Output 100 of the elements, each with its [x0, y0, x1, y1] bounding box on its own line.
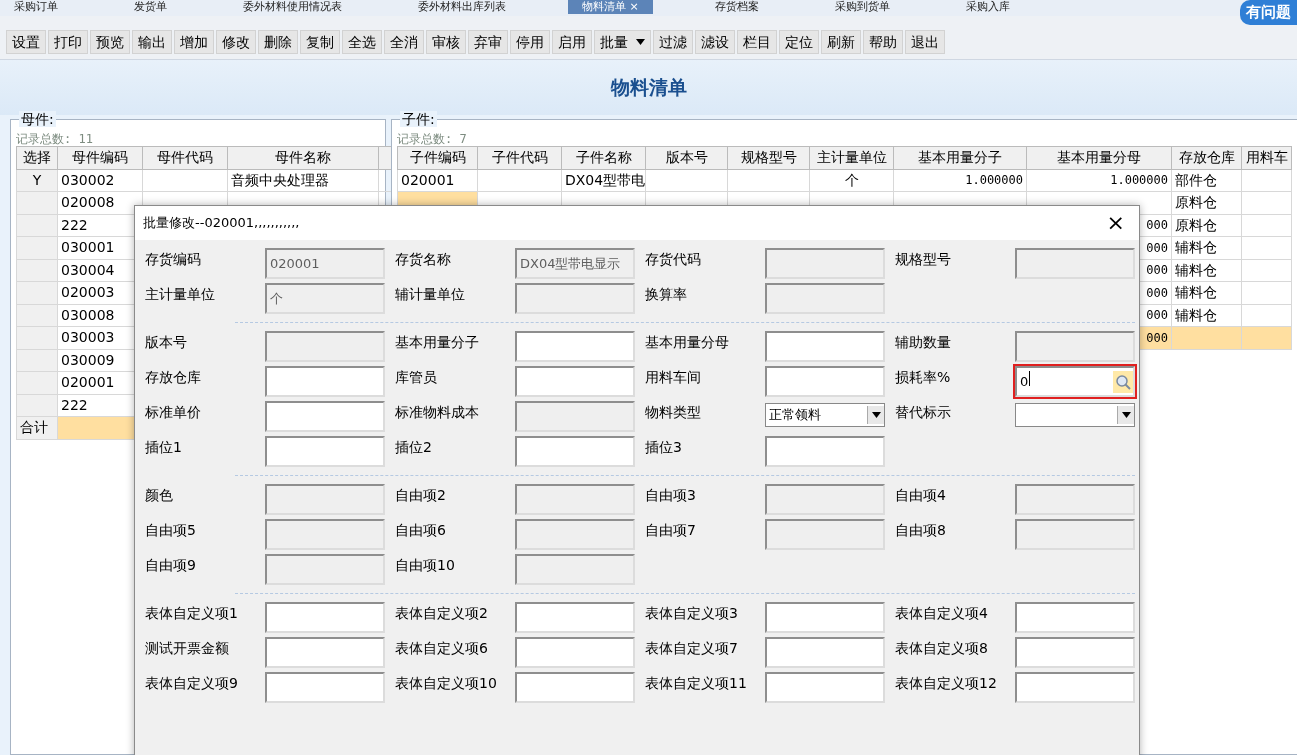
- input-field[interactable]: [1015, 519, 1135, 550]
- close-button[interactable]: ×: [1100, 212, 1131, 234]
- input-field[interactable]: [765, 366, 885, 397]
- column-header[interactable]: 规格型号: [727, 146, 810, 169]
- input-field[interactable]: [1015, 248, 1135, 279]
- input-field[interactable]: [765, 248, 885, 279]
- column-header[interactable]: 子件编码: [397, 146, 478, 169]
- toolbar-button[interactable]: 启用: [552, 30, 592, 54]
- input-field[interactable]: [265, 331, 385, 362]
- column-header[interactable]: 基本用量分母: [1026, 146, 1172, 169]
- column-header[interactable]: 母件代码: [142, 146, 228, 169]
- column-header[interactable]: 版本号: [645, 146, 728, 169]
- input-field[interactable]: [265, 366, 385, 397]
- input-field[interactable]: [765, 484, 885, 515]
- input-field[interactable]: [515, 519, 635, 550]
- input-field[interactable]: [765, 602, 885, 633]
- input-field[interactable]: [265, 519, 385, 550]
- column-header[interactable]: 母件编码: [57, 146, 143, 169]
- tab[interactable]: 存货档案: [700, 0, 773, 14]
- tab[interactable]: 采购入库: [951, 0, 1024, 14]
- field-label: 自由项6: [395, 521, 447, 540]
- input-field[interactable]: [265, 436, 385, 467]
- input-field[interactable]: [265, 637, 385, 668]
- toolbar-button[interactable]: 增加: [174, 30, 214, 54]
- dropdown-field[interactable]: [1015, 403, 1135, 427]
- toolbar-button[interactable]: 输出: [132, 30, 172, 54]
- dropdown-field[interactable]: 正常领料: [765, 403, 885, 427]
- input-field[interactable]: 个: [265, 283, 385, 314]
- toolbar-button[interactable]: 复制: [300, 30, 340, 54]
- input-field[interactable]: [1015, 331, 1135, 362]
- input-field[interactable]: [515, 331, 635, 362]
- input-field[interactable]: [765, 519, 885, 550]
- field-label: 自由项5: [145, 521, 197, 540]
- input-field[interactable]: DX04型带电显示: [515, 248, 635, 279]
- column-header[interactable]: 子件名称: [561, 146, 646, 169]
- input-field[interactable]: [515, 637, 635, 668]
- tab[interactable]: 采购到货单: [820, 0, 904, 14]
- column-header[interactable]: 用料车: [1241, 146, 1292, 169]
- input-field[interactable]: [515, 484, 635, 515]
- input-field[interactable]: [515, 602, 635, 633]
- column-header[interactable]: 选择: [16, 146, 58, 169]
- tab[interactable]: 物料清单 ×: [568, 0, 653, 14]
- input-field[interactable]: [515, 554, 635, 585]
- toolbar-button[interactable]: 批量: [594, 30, 651, 54]
- toolbar-button[interactable]: 设置: [6, 30, 46, 54]
- toolbar-button[interactable]: 停用: [510, 30, 550, 54]
- help-badge[interactable]: 有问题: [1240, 0, 1297, 25]
- input-field[interactable]: [765, 436, 885, 467]
- toolbar-button[interactable]: 弃审: [468, 30, 508, 54]
- input-field[interactable]: [765, 637, 885, 668]
- input-field[interactable]: [1015, 672, 1135, 703]
- input-field[interactable]: [515, 283, 635, 314]
- input-field[interactable]: [765, 283, 885, 314]
- panel-legend: 母件:: [19, 111, 56, 127]
- tab[interactable]: 发货单: [120, 0, 181, 14]
- input-field[interactable]: [265, 484, 385, 515]
- input-field[interactable]: [265, 602, 385, 633]
- toolbar-button[interactable]: 预览: [90, 30, 130, 54]
- caret-icon: [867, 406, 884, 424]
- tab[interactable]: 采购订单: [0, 0, 72, 14]
- field-label: 替代标示: [895, 403, 952, 422]
- toolbar-button[interactable]: 打印: [48, 30, 88, 54]
- input-field[interactable]: [265, 672, 385, 703]
- input-field[interactable]: [515, 436, 635, 467]
- input-field[interactable]: [1015, 484, 1135, 515]
- toolbar-button[interactable]: 修改: [216, 30, 256, 54]
- column-header[interactable]: 存放仓库: [1171, 146, 1242, 169]
- input-field[interactable]: 020001: [265, 248, 385, 279]
- table-cell: 辅料仓: [1171, 259, 1242, 282]
- input-field[interactable]: [515, 401, 635, 432]
- input-field[interactable]: [515, 672, 635, 703]
- table-cell: Y: [16, 169, 58, 192]
- input-field[interactable]: [1015, 602, 1135, 633]
- search-icon[interactable]: [1113, 370, 1133, 393]
- toolbar-button[interactable]: 全消: [384, 30, 424, 54]
- column-header[interactable]: 母件名称: [227, 146, 379, 169]
- input-field[interactable]: [765, 672, 885, 703]
- toolbar-button[interactable]: 栏目: [737, 30, 777, 54]
- toolbar-button[interactable]: 定位: [779, 30, 819, 54]
- toolbar-button[interactable]: 退出: [905, 30, 945, 54]
- field-label: 测试开票金额: [145, 639, 230, 658]
- lookup-field[interactable]: 0: [1015, 366, 1135, 397]
- input-field[interactable]: [515, 366, 635, 397]
- toolbar-button[interactable]: 全选: [342, 30, 382, 54]
- column-header[interactable]: 基本用量分子: [893, 146, 1027, 169]
- input-field[interactable]: [265, 401, 385, 432]
- toolbar-button[interactable]: 过滤: [653, 30, 693, 54]
- toolbar-button[interactable]: 审核: [426, 30, 466, 54]
- column-header[interactable]: 子件代码: [477, 146, 562, 169]
- toolbar-button[interactable]: 刷新: [821, 30, 861, 54]
- input-field[interactable]: [765, 331, 885, 362]
- toolbar-button[interactable]: 帮助: [863, 30, 903, 54]
- input-field[interactable]: [265, 554, 385, 585]
- toolbar-button[interactable]: 删除: [258, 30, 298, 54]
- column-header[interactable]: 主计量单位: [809, 146, 894, 169]
- toolbar-button[interactable]: 滤设: [695, 30, 735, 54]
- tab[interactable]: 委外材料使用情况表: [229, 0, 356, 14]
- field-label: 表体自定义项9: [145, 674, 239, 693]
- tab[interactable]: 委外材料出库列表: [404, 0, 520, 14]
- input-field[interactable]: [1015, 637, 1135, 668]
